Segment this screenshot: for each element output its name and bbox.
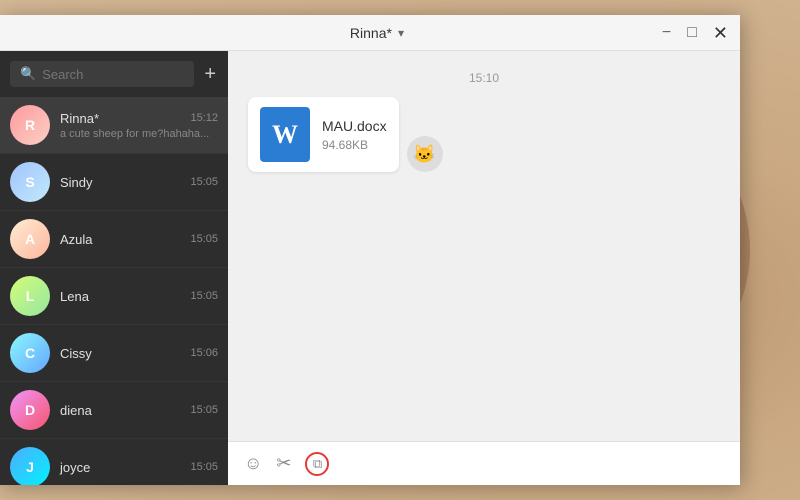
contact-item-joyce[interactable]: J joyce 15:05 [0, 439, 228, 485]
contact-name-azula: Azula [60, 232, 93, 247]
contact-info-cissy: Cissy 15:06 [60, 346, 218, 361]
contact-info-joyce: joyce 15:05 [60, 460, 218, 475]
search-icon: 🔍 [20, 66, 36, 82]
contact-item-diena[interactable]: D diena 15:05 [0, 382, 228, 439]
search-input-wrap[interactable]: 🔍 [10, 61, 194, 87]
chevron-down-icon[interactable]: ▾ [398, 26, 404, 40]
minimize-button[interactable]: − [662, 25, 671, 41]
scissors-button[interactable]: ✂ [276, 453, 291, 474]
contact-info-diena: diena 15:05 [60, 403, 218, 418]
sidebar: 🔍 + R Rinna* 15:12 a cute sheep for me?h… [0, 51, 228, 485]
contact-item-azula[interactable]: A Azula 15:05 [0, 211, 228, 268]
search-input[interactable] [42, 67, 184, 82]
contact-info-azula: Azula 15:05 [60, 232, 218, 247]
title-bar-center: Rinna* ▾ [350, 25, 404, 41]
contact-time-diena: 15:05 [190, 404, 218, 416]
contact-info-rinna: Rinna* 15:12 a cute sheep for me?hahaha.… [60, 111, 218, 140]
paste-button[interactable]: ⧉ [305, 452, 329, 476]
avatar-sindy: S [10, 162, 50, 202]
contact-info-lena: Lena 15:05 [60, 289, 218, 304]
contact-item-lena[interactable]: L Lena 15:05 [0, 268, 228, 325]
avatar-lena: L [10, 276, 50, 316]
contact-time-cissy: 15:06 [190, 347, 218, 359]
file-message: W MAU.docx 94.68KB [260, 107, 387, 162]
search-bar: 🔍 + [0, 51, 228, 97]
contact-time-sindy: 15:05 [190, 176, 218, 188]
title-bar: Rinna* ▾ − □ ✕ [0, 15, 740, 51]
message-timestamp: 15:10 [248, 71, 720, 85]
app-window: Rinna* ▾ − □ ✕ 🔍 + R [0, 15, 740, 485]
contact-list: R Rinna* 15:12 a cute sheep for me?hahah… [0, 97, 228, 485]
paste-icon: ⧉ [313, 456, 322, 472]
message-row: W MAU.docx 94.68KB 🐱 [248, 97, 720, 172]
avatar-azula: A [10, 219, 50, 259]
file-message-bubble: W MAU.docx 94.68KB [248, 97, 399, 172]
file-name: MAU.docx [322, 118, 387, 134]
contact-name-diena: diena [60, 403, 92, 418]
contact-name-joyce: joyce [60, 460, 90, 475]
avatar-joyce: J [10, 447, 50, 485]
contact-time-rinna: 15:12 [190, 112, 218, 124]
maximize-button[interactable]: □ [687, 25, 697, 41]
contact-item-rinna[interactable]: R Rinna* 15:12 a cute sheep for me?hahah… [0, 97, 228, 154]
contact-item-cissy[interactable]: C Cissy 15:06 [0, 325, 228, 382]
chat-contact-name: Rinna* [350, 25, 392, 41]
contact-item-sindy[interactable]: S Sindy 15:05 [0, 154, 228, 211]
main-content: 🔍 + R Rinna* 15:12 a cute sheep for me?h… [0, 51, 740, 485]
emoji-button[interactable]: ☺ [244, 453, 262, 474]
file-details: MAU.docx 94.68KB [322, 118, 387, 152]
contact-name-cissy: Cissy [60, 346, 92, 361]
contact-time-azula: 15:05 [190, 233, 218, 245]
contact-info-sindy: Sindy 15:05 [60, 175, 218, 190]
contact-name-rinna: Rinna* [60, 111, 99, 126]
contact-preview-rinna: a cute sheep for me?hahaha... [60, 128, 218, 140]
chat-input-bar: ☺ ✂ ⧉ [228, 441, 740, 485]
title-bar-controls: − □ ✕ [662, 24, 728, 42]
chat-panel: 15:10 W MAU.docx 94.68KB 🐱 [228, 51, 740, 485]
chat-messages: 15:10 W MAU.docx 94.68KB 🐱 [228, 51, 740, 441]
avatar-cissy: C [10, 333, 50, 373]
contact-name-lena: Lena [60, 289, 89, 304]
close-button[interactable]: ✕ [713, 24, 728, 42]
avatar-rinna: R [10, 105, 50, 145]
sender-avatar: 🐱 [407, 136, 443, 172]
avatar-diena: D [10, 390, 50, 430]
word-file-icon: W [260, 107, 310, 162]
contact-name-sindy: Sindy [60, 175, 93, 190]
contact-time-joyce: 15:05 [190, 461, 218, 473]
add-contact-button[interactable]: + [202, 63, 218, 86]
contact-time-lena: 15:05 [190, 290, 218, 302]
file-size: 94.68KB [322, 138, 387, 152]
